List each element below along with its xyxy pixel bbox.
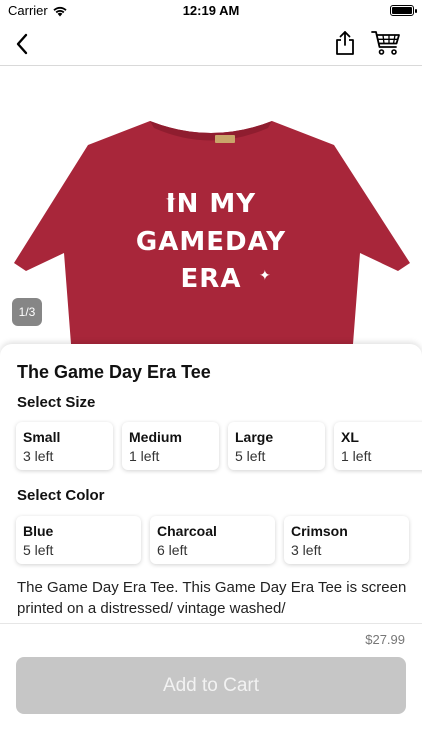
cart-button[interactable]	[370, 28, 402, 58]
add-to-cart-button[interactable]: Add to Cart	[16, 657, 406, 714]
sparkle-icon: ✦	[165, 191, 177, 207]
product-details-sheet: The Game Day Era Tee Select Size Small 3…	[0, 344, 422, 626]
size-option-small[interactable]: Small 3 left	[16, 422, 113, 470]
color-option-name: Crimson	[291, 523, 348, 539]
cart-icon	[371, 31, 400, 55]
size-option-name: Medium	[129, 429, 182, 445]
size-option-medium[interactable]: Medium 1 left	[122, 422, 219, 470]
chevron-left-icon	[16, 33, 28, 55]
status-bar: Carrier 12:19 AM	[0, 0, 422, 22]
color-option-crimson[interactable]: Crimson 3 left	[284, 516, 409, 564]
color-option-charcoal[interactable]: Charcoal 6 left	[150, 516, 275, 564]
size-option-name: XL	[341, 429, 359, 445]
color-options: Blue 5 left Charcoal 6 left Crimson 3 le…	[16, 516, 409, 564]
select-size-label: Select Size	[17, 394, 96, 411]
battery-level	[392, 7, 412, 14]
color-option-stock: 6 left	[157, 542, 188, 558]
size-option-name: Small	[23, 429, 61, 445]
navigation-bar	[0, 22, 422, 66]
share-icon	[336, 31, 354, 55]
size-option-stock: 1 left	[341, 448, 372, 464]
product-title: The Game Day Era Tee	[17, 362, 211, 382]
size-option-large[interactable]: Large 5 left	[228, 422, 325, 470]
battery-icon	[390, 5, 417, 16]
purchase-footer: $27.99 Add to Cart	[0, 623, 422, 750]
size-option-name: Large	[235, 429, 274, 445]
status-time: 12:19 AM	[182, 3, 240, 18]
color-option-stock: 3 left	[291, 542, 322, 558]
product-image-carousel[interactable]: IN MY GAMEDAY ERA ✦ ✦ 1/3	[0, 67, 422, 357]
back-button[interactable]	[8, 30, 36, 58]
shirt-print-line-3: ERA	[180, 264, 242, 294]
size-option-xl[interactable]: XL 1 left	[334, 422, 422, 470]
color-option-name: Blue	[23, 523, 54, 539]
size-option-stock: 3 left	[23, 448, 54, 464]
image-pager-indicator: 1/3	[12, 298, 42, 326]
color-option-name: Charcoal	[157, 523, 217, 539]
color-option-stock: 5 left	[23, 542, 54, 558]
size-options: Small 3 left Medium 1 left Large 5 left …	[16, 422, 422, 470]
sparkle-icon: ✦	[259, 267, 271, 283]
color-option-blue[interactable]: Blue 5 left	[16, 516, 141, 564]
product-price: $27.99	[365, 632, 405, 647]
size-option-stock: 5 left	[235, 448, 266, 464]
share-button[interactable]	[330, 28, 360, 58]
select-color-label: Select Color	[17, 487, 105, 504]
shirt-print-line-1: IN MY	[165, 189, 257, 219]
shirt-print-line-2: GAMEDAY	[135, 227, 287, 257]
size-option-stock: 1 left	[129, 448, 160, 464]
product-description: The Game Day Era Tee. This Game Day Era …	[17, 579, 407, 617]
